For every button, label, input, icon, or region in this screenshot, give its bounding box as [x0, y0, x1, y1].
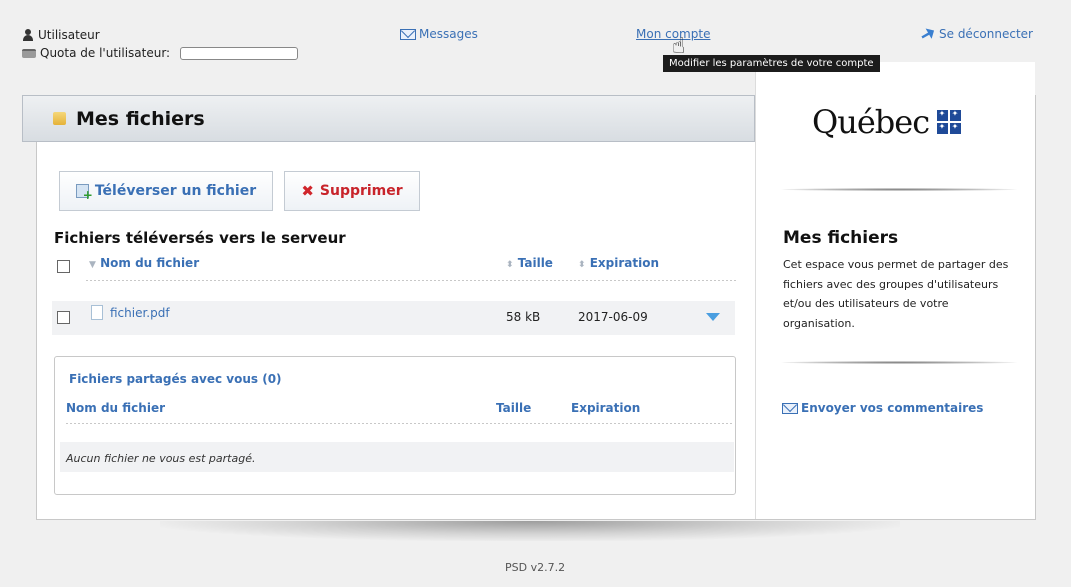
column-header-size[interactable]: ⬍ Taille: [506, 256, 553, 270]
sort-icon: ⬍: [506, 260, 514, 270]
page-title: Mes fichiers: [76, 107, 205, 130]
sort-down-icon: ▼: [89, 260, 96, 270]
delete-button[interactable]: ✖ Supprimer: [284, 171, 420, 211]
divider: [66, 423, 732, 424]
file-size: 58 kB: [506, 310, 541, 324]
shared-column-size: Taille: [496, 401, 532, 415]
quota-label: Quota de l'utilisateur:: [40, 46, 171, 60]
shared-files-title: Fichiers partagés avec vous (0): [69, 372, 282, 386]
divider: [781, 188, 1017, 191]
panel-shadow: [160, 521, 900, 541]
logout-link[interactable]: Se déconnecter: [921, 27, 1033, 41]
logo-text: Québec: [812, 103, 930, 141]
divider: [86, 280, 736, 281]
envelope-icon: [782, 402, 798, 414]
file-name-link[interactable]: fichier.pdf: [110, 306, 170, 320]
divider: [781, 361, 1017, 364]
empty-message: Aucun fichier ne vous est partagé.: [66, 452, 256, 465]
file-add-icon: [75, 184, 93, 202]
sidebar-title: Mes fichiers: [783, 228, 899, 248]
disk-icon: [22, 48, 36, 58]
feedback-link[interactable]: Envoyer vos commentaires: [782, 401, 983, 415]
account-tooltip: Modifier les paramètres de votre compte: [663, 55, 880, 72]
envelope-icon: [400, 28, 416, 40]
select-all-checkbox[interactable]: [57, 260, 70, 273]
file-icon: [91, 305, 103, 320]
file-expiration: 2017-06-09: [578, 310, 648, 324]
user-info: Utilisateur Quota de l'utilisateur:: [22, 26, 299, 62]
user-label: Utilisateur: [38, 28, 100, 42]
chevron-down-icon[interactable]: [706, 313, 720, 321]
close-icon: ✖: [301, 182, 314, 200]
row-checkbox[interactable]: [57, 311, 70, 324]
uploaded-files-title: Fichiers téléversés vers le serveur: [54, 229, 346, 247]
delete-label: Supprimer: [319, 183, 403, 199]
quota-bar: [180, 46, 299, 60]
feedback-label: Envoyer vos commentaires: [801, 401, 984, 415]
page-header: Mes fichiers: [22, 95, 755, 142]
sidebar-description: Cet espace vous permet de partager des f…: [783, 258, 1009, 330]
user-icon: [22, 29, 34, 41]
upload-label: Téléverser un fichier: [94, 183, 257, 199]
sort-icon: ⬍: [578, 260, 586, 270]
folder-icon: [53, 112, 66, 125]
logout-arrow-icon: [919, 25, 937, 42]
column-header-name[interactable]: ▼ Nom du fichier: [89, 256, 199, 270]
upload-file-button[interactable]: Téléverser un fichier: [59, 171, 273, 211]
shared-column-expiration: Expiration: [571, 401, 641, 415]
fleurdelise-flag-icon: [937, 109, 962, 134]
version-label: PSD v2.7.2: [505, 561, 566, 574]
shared-column-name: Nom du fichier: [66, 401, 165, 415]
hand-cursor-icon: ☝: [672, 34, 686, 59]
quebec-logo: Québec: [812, 103, 962, 141]
logout-label: Se déconnecter: [939, 27, 1033, 41]
column-header-expiration[interactable]: ⬍ Expiration: [578, 256, 659, 270]
messages-link[interactable]: Messages: [400, 27, 478, 41]
messages-label: Messages: [419, 27, 478, 41]
